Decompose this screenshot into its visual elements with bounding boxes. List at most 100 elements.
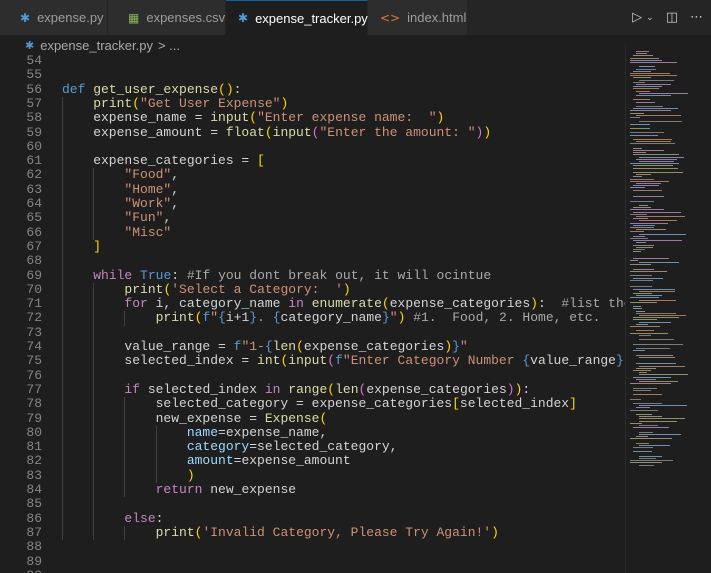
code-text[interactable]: selected_category = expense_categories[s…	[62, 397, 577, 411]
code-text[interactable]: ]	[62, 239, 101, 254]
minimap-line	[630, 301, 658, 303]
code-line[interactable]: 57 print("Get User Expense")	[0, 96, 625, 111]
code-text[interactable]: name=expense_name,	[62, 425, 327, 440]
minimap-line	[639, 299, 677, 301]
minimap-line	[639, 205, 649, 206]
code-text[interactable]: print(f"{i+1}. {category_name}") #1. Foo…	[62, 311, 601, 325]
minimap-line	[633, 319, 658, 321]
minimap-line	[633, 244, 654, 246]
code-text[interactable]: for i, category_name in enumerate(expens…	[62, 296, 625, 311]
code-text[interactable]: print('Invalid Category, Please Try Agai…	[62, 525, 499, 540]
code-text[interactable]: print('Select a Category: ')	[62, 282, 350, 297]
minimap-line	[630, 275, 652, 277]
minimap-line	[633, 251, 642, 253]
run-icon[interactable]: ▷	[632, 10, 642, 25]
code-line[interactable]: 67 ]	[0, 239, 625, 254]
code-text[interactable]: expense_name = input("Enter expense name…	[62, 111, 444, 125]
line-number: 61	[26, 153, 42, 169]
code-line[interactable]: 58 expense_name = input("Enter expense n…	[0, 110, 625, 125]
minimap-line	[633, 196, 665, 198]
code-line[interactable]: 68	[0, 253, 625, 268]
minimap-line	[633, 451, 653, 453]
minimap-line	[630, 209, 665, 211]
code-text[interactable]: expense_amount = float(input("Enter the …	[62, 125, 491, 140]
code-line[interactable]: 60	[0, 139, 625, 154]
minimap-line	[633, 277, 664, 279]
minimap-line	[636, 229, 667, 231]
breadcrumb-trail[interactable]: > ...	[158, 38, 180, 53]
minimap-line	[633, 81, 645, 83]
breadcrumb-file[interactable]: expense_tracker.py	[40, 38, 153, 53]
code-text[interactable]: "Work",	[62, 196, 179, 211]
minimap-line	[636, 101, 656, 103]
minimap-line	[633, 172, 683, 173]
code-line[interactable]: 55	[0, 67, 625, 82]
indent-guide	[155, 425, 157, 483]
minimap-line	[639, 121, 683, 123]
code-text[interactable]: print("Get User Expense")	[62, 96, 288, 111]
line-number: 89	[26, 553, 42, 569]
code-line[interactable]: 90	[0, 568, 625, 573]
chevron-down-icon[interactable]: ⌄	[646, 13, 654, 23]
minimap-line	[636, 95, 671, 96]
minimap-line	[630, 143, 675, 145]
minimap-line	[630, 279, 653, 281]
code-text[interactable]: new_expense = Expense(	[62, 411, 328, 426]
minimap-line	[633, 167, 679, 169]
minimap-line	[633, 70, 651, 72]
tab-expenses-csv[interactable]: ▦ expenses.csv	[108, 0, 226, 35]
code-text[interactable]: amount=expense_amount	[62, 454, 351, 468]
code-line[interactable]: 88	[0, 539, 625, 554]
minimap[interactable]	[625, 45, 711, 573]
code-text[interactable]: )	[62, 468, 195, 483]
code-editor[interactable]: 54 55 56 def get_user_expense(): 57 print("G…	[0, 55, 625, 573]
minimap-line	[636, 106, 663, 107]
tab-label: expense.py	[37, 10, 104, 25]
code-line[interactable]: 69 while True: #If you dont break out, i…	[0, 268, 625, 283]
line-number: 90	[0, 568, 42, 573]
more-actions-icon[interactable]: ⋯	[690, 10, 703, 25]
line-number: 86	[26, 510, 42, 526]
minimap-line	[633, 88, 660, 90]
indent-guide	[124, 311, 126, 326]
code-text[interactable]: while True: #If you dont break out, it w…	[62, 268, 491, 283]
minimap-line	[639, 374, 689, 376]
code-text[interactable]: "Misc"	[62, 225, 171, 240]
minimap-line	[636, 330, 655, 332]
code-line[interactable]: 59 expense_amount = float(input("Enter t…	[0, 124, 625, 140]
code-text[interactable]: expense_categories = [	[62, 153, 265, 168]
line-number: 66	[26, 224, 42, 240]
code-text[interactable]: selected_index = int(input(f"Enter Categ…	[62, 354, 625, 368]
minimap-line	[636, 407, 651, 409]
line-number: 75	[26, 353, 42, 369]
code-text[interactable]: "Home",	[62, 182, 179, 197]
code-line[interactable]: 56 def get_user_expense():	[0, 82, 625, 97]
minimap-line	[636, 216, 685, 217]
minimap-line	[630, 271, 667, 272]
code-text[interactable]: value_range = f"1-{len(expense_categorie…	[62, 339, 467, 354]
breadcrumb: ✱ expense_tracker.py > ...	[0, 35, 711, 55]
code-text[interactable]: else:	[62, 511, 163, 526]
code-line[interactable]: 61 expense_categories = [	[0, 153, 625, 169]
tab-expense-tracker-py[interactable]: ✱ expense_tracker.py	[226, 0, 368, 35]
code-line[interactable]: 89	[0, 553, 625, 569]
code-text[interactable]: "Fun",	[62, 211, 171, 225]
tab-index-html[interactable]: <> index.html	[368, 0, 468, 35]
line-number: 77	[26, 381, 42, 397]
code-text[interactable]: category=selected_category,	[62, 439, 398, 454]
code-text[interactable]: def get_user_expense():	[62, 82, 241, 97]
minimap-line	[633, 308, 643, 310]
split-editor-icon[interactable]: ◫	[666, 10, 678, 25]
code-line[interactable]: 54	[0, 55, 625, 68]
minimap-line	[636, 141, 671, 143]
line-number: 82	[26, 453, 42, 469]
minimap-line	[633, 268, 654, 270]
line-number: 85	[26, 496, 42, 512]
minimap-line	[633, 249, 645, 250]
code-text[interactable]: if selected_index in range(len(expense_c…	[62, 382, 530, 397]
tab-label: index.html	[407, 10, 467, 25]
line-number: 59	[26, 124, 42, 140]
code-text[interactable]: "Food",	[62, 168, 179, 182]
code-text[interactable]: return new_expense	[62, 482, 296, 497]
tab-expense-py[interactable]: ✱ expense.py	[0, 0, 108, 35]
